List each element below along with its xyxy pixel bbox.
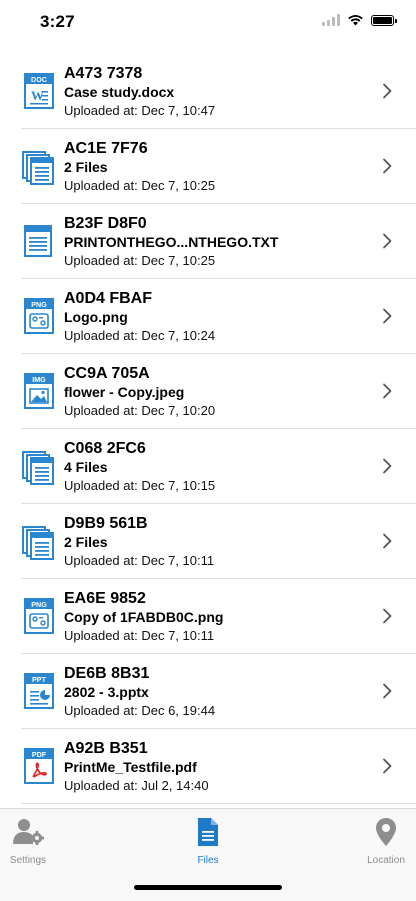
file-upload-date: Uploaded at: Dec 7, 10:11 <box>64 553 215 568</box>
multi-file-icon <box>21 146 57 186</box>
file-upload-date: Uploaded at: Dec 6, 19:44 <box>64 703 216 718</box>
file-info: A473 7378 Case study.docx Uploaded at: D… <box>64 64 376 120</box>
doc-icon: DOC W <box>21 71 57 111</box>
file-info: A0D4 FBAF Logo.png Uploaded at: Dec 7, 1… <box>64 289 376 345</box>
chevron-right-icon <box>383 683 392 699</box>
file-name: PRINTONTHEGO...NTHEGO.TXT <box>64 234 279 250</box>
svg-text:PNG: PNG <box>31 300 47 309</box>
file-code: D9B9 561B <box>64 515 148 532</box>
tab-location-label: Location <box>367 855 405 866</box>
file-name: Copy of 1FABDB0C.png <box>64 609 224 625</box>
chevron-right-icon <box>383 758 392 774</box>
cellular-signal-icon <box>322 14 340 26</box>
chevron-right-icon <box>383 458 392 474</box>
chevron-right-icon <box>383 158 392 174</box>
ppt-icon: PPT <box>21 671 57 711</box>
tab-settings[interactable]: Settings <box>0 817 68 866</box>
file-upload-date: Uploaded at: Dec 7, 10:25 <box>64 253 216 268</box>
txt-icon <box>21 221 57 261</box>
settings-icon <box>13 819 44 845</box>
file-list: DOC W A473 7378 Case study.docx Uploaded… <box>0 54 416 808</box>
file-upload-date: Uploaded at: Jul 2, 14:40 <box>64 778 209 793</box>
file-code: A92B B351 <box>64 740 148 757</box>
file-upload-date: Uploaded at: Dec 7, 10:47 <box>64 103 216 118</box>
file-code: CC9A 705A <box>64 365 150 382</box>
file-upload-date: Uploaded at: Dec 7, 10:15 <box>64 478 216 493</box>
file-info: C068 2FC6 4 Files Uploaded at: Dec 7, 10… <box>64 439 376 495</box>
file-name: 2 Files <box>64 159 108 175</box>
svg-text:PDF: PDF <box>32 750 47 759</box>
battery-icon <box>371 14 397 26</box>
chevron-right-icon <box>383 233 392 249</box>
home-indicator[interactable] <box>134 885 282 890</box>
file-upload-date: Uploaded at: Dec 7, 10:11 <box>64 628 215 643</box>
status-icons <box>322 14 397 26</box>
svg-text:PPT: PPT <box>32 675 47 684</box>
file-row[interactable]: PPT DE6B 8B31 2802 - 3.pptx Uploaded at:… <box>21 654 416 729</box>
file-code: C068 2FC6 <box>64 440 146 457</box>
file-info: D9B9 561B 2 Files Uploaded at: Dec 7, 10… <box>64 514 376 570</box>
chevron-right-icon <box>383 308 392 324</box>
wifi-icon <box>348 15 363 26</box>
svg-text:IMG: IMG <box>32 375 46 384</box>
file-row[interactable]: C068 2FC6 4 Files Uploaded at: Dec 7, 10… <box>21 429 416 504</box>
file-name: PrintMe_Testfile.pdf <box>64 759 197 775</box>
file-row[interactable]: DOC W A473 7378 Case study.docx Uploaded… <box>21 54 416 129</box>
file-name: 2 Files <box>64 534 108 550</box>
file-info: EA6E 9852 Copy of 1FABDB0C.png Uploaded … <box>64 589 376 645</box>
multi-file-icon <box>21 446 57 486</box>
file-info: AC1E 7F76 2 Files Uploaded at: Dec 7, 10… <box>64 139 376 195</box>
file-row[interactable]: D9B9 561B 2 Files Uploaded at: Dec 7, 10… <box>21 504 416 579</box>
tab-settings-label: Settings <box>9 855 47 866</box>
file-code: A0D4 FBAF <box>64 290 153 307</box>
file-name: Logo.png <box>64 309 128 325</box>
pdf-icon: PDF <box>21 746 57 786</box>
file-code: A473 7378 <box>64 65 143 82</box>
file-info: B23F D8F0 PRINTONTHEGO...NTHEGO.TXT Uplo… <box>64 214 376 270</box>
png-icon: PNG <box>21 296 57 336</box>
file-row[interactable]: B23F D8F0 PRINTONTHEGO...NTHEGO.TXT Uplo… <box>21 204 416 279</box>
file-row[interactable]: PDF A92B B351 PrintMe_Testfile.pdf Uploa… <box>21 729 416 804</box>
file-row[interactable]: PNG A0D4 FBAF Logo.png Uploaded at: Dec … <box>21 279 416 354</box>
file-code: DE6B 8B31 <box>64 665 150 682</box>
img-icon: IMG <box>21 371 57 411</box>
file-upload-date: Uploaded at: Dec 7, 10:24 <box>64 328 216 343</box>
file-code: B23F D8F0 <box>64 215 147 232</box>
status-bar: 3:27 <box>0 0 416 46</box>
multi-file-icon <box>21 521 57 561</box>
file-code: EA6E 9852 <box>64 590 146 607</box>
chevron-right-icon <box>383 383 392 399</box>
status-time: 3:27 <box>40 12 75 31</box>
chevron-right-icon <box>383 608 392 624</box>
file-upload-date: Uploaded at: Dec 7, 10:25 <box>64 178 216 193</box>
file-info: DE6B 8B31 2802 - 3.pptx Uploaded at: Dec… <box>64 664 376 720</box>
tab-files-label: Files <box>197 855 219 866</box>
chevron-right-icon <box>383 83 392 99</box>
file-name: 2802 - 3.pptx <box>64 684 149 700</box>
file-name: Case study.docx <box>64 84 175 100</box>
files-icon <box>198 818 218 846</box>
chevron-right-icon <box>383 533 392 549</box>
tab-location[interactable]: Location <box>346 817 416 866</box>
file-row[interactable]: AC1E 7F76 2 Files Uploaded at: Dec 7, 10… <box>21 129 416 204</box>
tab-files[interactable]: Files <box>168 817 248 866</box>
file-info: CC9A 705A flower - Copy.jpeg Uploaded at… <box>64 364 376 420</box>
file-code: AC1E 7F76 <box>64 140 148 157</box>
file-row[interactable]: IMG CC9A 705A flower - Copy.jpeg Uploade… <box>21 354 416 429</box>
svg-text:PNG: PNG <box>31 600 47 609</box>
file-row[interactable]: PNG EA6E 9852 Copy of 1FABDB0C.png Uploa… <box>21 579 416 654</box>
file-info: A92B B351 PrintMe_Testfile.pdf Uploaded … <box>64 739 376 795</box>
location-pin-icon <box>376 818 396 846</box>
file-upload-date: Uploaded at: Dec 7, 10:20 <box>64 403 216 418</box>
png-icon: PNG <box>21 596 57 636</box>
file-name: 4 Files <box>64 459 108 475</box>
file-name: flower - Copy.jpeg <box>64 384 185 400</box>
svg-text:DOC: DOC <box>31 75 47 84</box>
